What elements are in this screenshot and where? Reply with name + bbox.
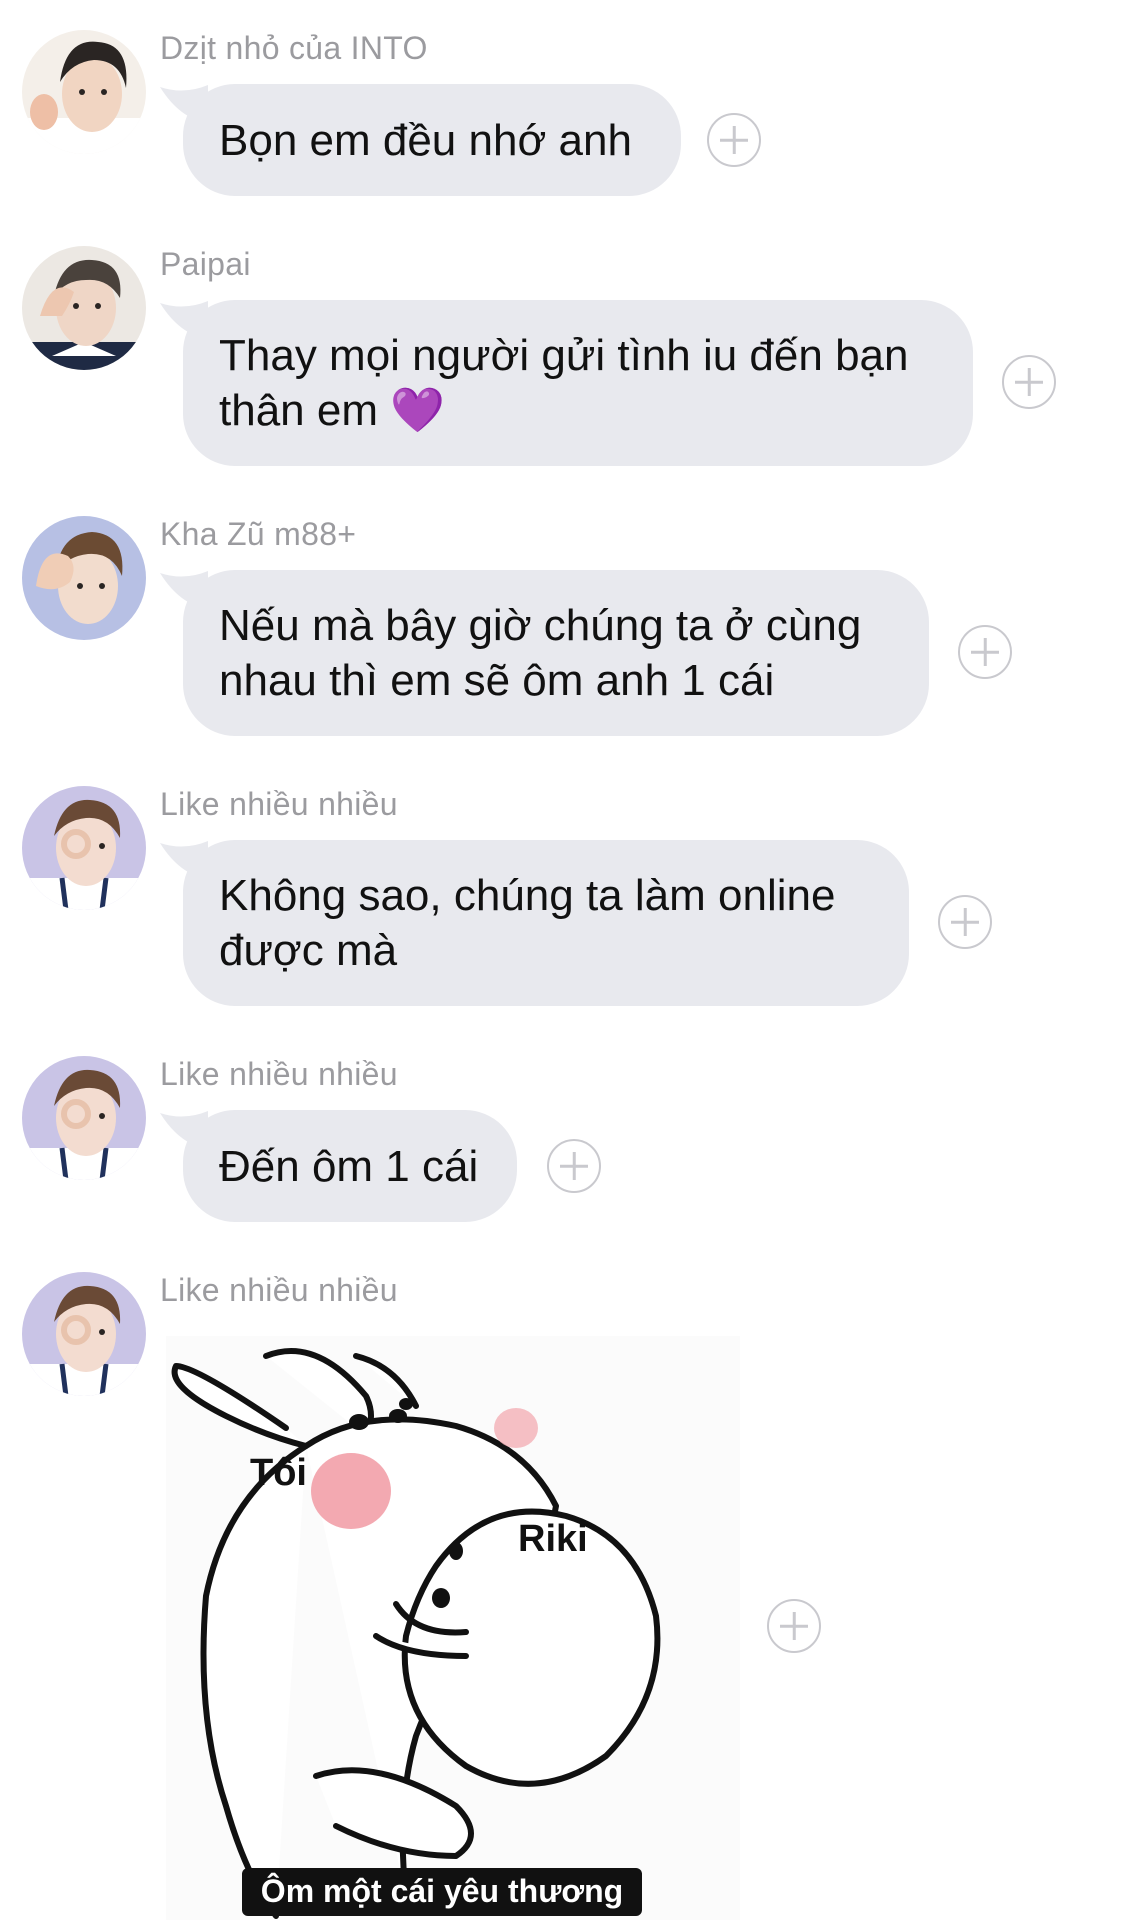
avatar-photo bbox=[22, 786, 146, 910]
add-reaction-icon[interactable] bbox=[767, 1599, 821, 1653]
message-text: Đến ôm 1 cái bbox=[219, 1141, 479, 1191]
sender-name: Like nhiều nhiều bbox=[160, 1056, 398, 1092]
avatar-photo bbox=[22, 1056, 146, 1180]
avatar[interactable] bbox=[22, 246, 146, 370]
sender-name: Like nhiều nhiều bbox=[160, 786, 398, 822]
sticker-caption: Ôm một cái yêu thương bbox=[242, 1868, 642, 1916]
avatar[interactable] bbox=[22, 516, 146, 640]
avatar-photo bbox=[22, 516, 146, 640]
sender-name: Like nhiều nhiều bbox=[160, 1272, 398, 1308]
message-bubble[interactable]: Đến ôm 1 cái bbox=[183, 1110, 517, 1222]
sticker-label-right: Riki bbox=[518, 1518, 588, 1560]
add-reaction-icon[interactable] bbox=[938, 895, 992, 949]
avatar-photo bbox=[22, 246, 146, 370]
avatar-photo bbox=[22, 30, 146, 154]
avatar[interactable] bbox=[22, 786, 146, 910]
message-bubble[interactable]: Nếu mà bây giờ chúng ta ở cùng nhau thì … bbox=[183, 570, 929, 736]
avatar[interactable] bbox=[22, 1056, 146, 1180]
avatar[interactable] bbox=[22, 30, 146, 154]
message-text: Thay mọi người gửi tình iu đến bạn thân … bbox=[219, 331, 909, 435]
message-text: Không sao, chúng ta làm online được mà bbox=[219, 871, 836, 975]
add-reaction-icon[interactable] bbox=[547, 1139, 601, 1193]
message-text: Nếu mà bây giờ chúng ta ở cùng nhau thì … bbox=[219, 601, 862, 705]
message-bubble[interactable]: Bọn em đều nhớ anh bbox=[183, 84, 681, 196]
avatar[interactable] bbox=[22, 1272, 146, 1396]
add-reaction-icon[interactable] bbox=[1002, 355, 1056, 409]
sticker-label-left: Tôi bbox=[250, 1452, 307, 1494]
sender-name: Dzịt nhỏ của INTO bbox=[160, 30, 428, 66]
sticker-image[interactable]: Tôi Riki Ôm một cái yêu thương bbox=[166, 1336, 740, 1920]
add-reaction-icon[interactable] bbox=[707, 113, 761, 167]
hugging-bunnies-drawing bbox=[171, 1348, 661, 1919]
message-bubble[interactable]: Thay mọi người gửi tình iu đến bạn thân … bbox=[183, 300, 973, 466]
avatar-photo bbox=[22, 1272, 146, 1396]
add-reaction-icon[interactable] bbox=[958, 625, 1012, 679]
sender-name: Kha Zũ m88+ bbox=[160, 516, 357, 552]
message-bubble[interactable]: Không sao, chúng ta làm online được mà bbox=[183, 840, 909, 1006]
message-text: Bọn em đều nhớ anh bbox=[219, 115, 632, 165]
sender-name: Paipai bbox=[160, 246, 251, 282]
